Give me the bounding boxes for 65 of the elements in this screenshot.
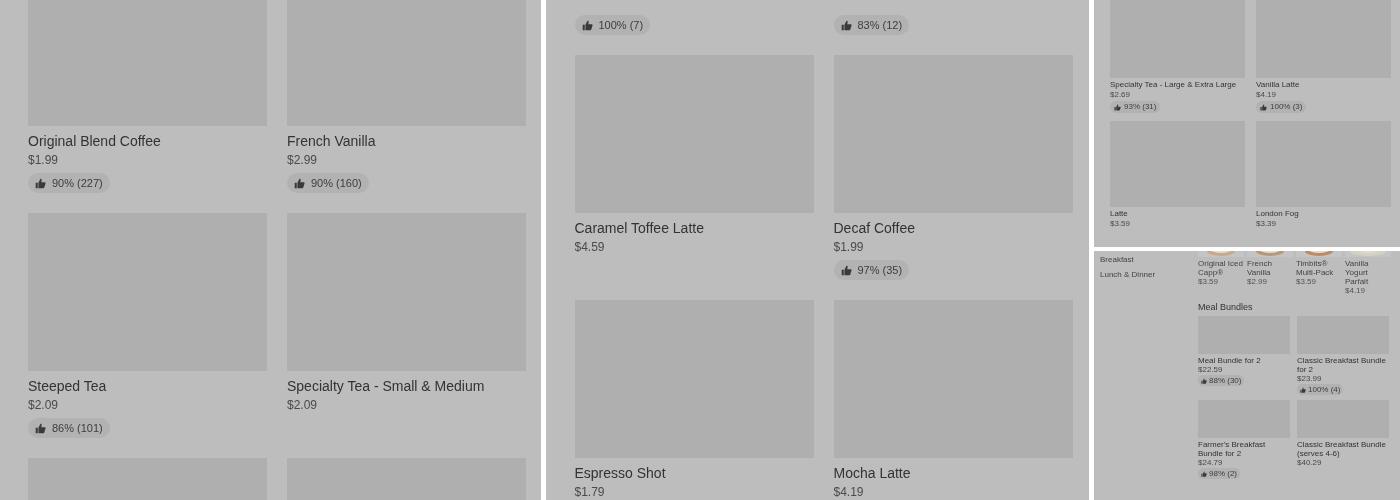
item-name: Original Blend Coffee bbox=[28, 132, 162, 150]
item-price: $1.99 bbox=[28, 152, 60, 168]
item-name: Steeped Tea bbox=[28, 377, 108, 395]
item-name: French Vanilla bbox=[287, 132, 377, 150]
item-price: $2.99 bbox=[287, 152, 319, 168]
rating-text: 83% (12) bbox=[857, 17, 903, 33]
thumbs-up-icon bbox=[294, 177, 305, 189]
item-price: $2.99 bbox=[1247, 277, 1269, 287]
item-name: London Fog bbox=[1256, 209, 1300, 219]
item-name: Classic Breakfast Bundle for 2 bbox=[1297, 356, 1387, 374]
item-price: $3.39 bbox=[1256, 219, 1278, 229]
item-price: $4.59 bbox=[574, 239, 606, 255]
item-name: Vanilla Yogurt Parfait bbox=[1345, 259, 1370, 286]
item-price: $24.79 bbox=[1198, 458, 1224, 468]
thumbs-up-icon bbox=[1300, 386, 1306, 393]
rating-text: 100% (7) bbox=[598, 17, 644, 33]
item-name: Mocha Latte bbox=[833, 464, 912, 482]
item-name: Latte bbox=[1110, 209, 1129, 219]
item-name: Caramel Toffee Latte bbox=[574, 219, 705, 237]
item-name: Classic Breakfast Bundle (serves 4-6) bbox=[1297, 440, 1387, 458]
item-name: Decaf Coffee bbox=[833, 219, 916, 237]
rating-text: 100% (3) bbox=[1270, 101, 1303, 113]
item-name: Meal Bundle for 2 bbox=[1198, 356, 1262, 365]
item-name: Specialty Tea - Small & Medium bbox=[287, 377, 486, 395]
thumbs-up-icon bbox=[1260, 103, 1267, 111]
rating-text: 90% (160) bbox=[311, 175, 362, 191]
item-price: $2.69 bbox=[1110, 90, 1132, 100]
item-price: $1.99 bbox=[833, 239, 865, 255]
rating-text: 88% (30) bbox=[1209, 374, 1242, 387]
item-price: $3.59 bbox=[1296, 277, 1318, 287]
rating-text: 86% (101) bbox=[52, 420, 103, 436]
category-link[interactable]: Lunch & Dinner bbox=[1100, 270, 1156, 280]
thumbs-up-icon bbox=[1201, 377, 1207, 384]
item-price: $3.59 bbox=[1198, 277, 1220, 287]
thumbs-up-icon bbox=[35, 177, 46, 189]
thumbs-up-icon bbox=[1201, 470, 1207, 477]
thumbs-up-icon bbox=[1114, 103, 1121, 111]
thumbs-up-icon bbox=[35, 422, 46, 434]
item-price: $1.79 bbox=[574, 484, 606, 500]
item-price: $3.59 bbox=[1110, 219, 1132, 229]
item-price: $4.19 bbox=[1256, 90, 1278, 100]
section-heading: Meal Bundles bbox=[1198, 302, 1254, 313]
item-price: $40.29 bbox=[1297, 458, 1323, 468]
rating-text: 97% (35) bbox=[857, 262, 903, 278]
item-name: Vanilla Latte bbox=[1256, 80, 1301, 90]
category-link[interactable]: Breakfast bbox=[1100, 255, 1134, 265]
rating-text: 100% (4) bbox=[1308, 383, 1341, 396]
item-name: Timbits® Multi-Pack bbox=[1296, 259, 1335, 277]
thumbs-up-icon bbox=[840, 264, 852, 276]
rating-text: 90% (227) bbox=[52, 175, 103, 191]
thumbs-up-icon bbox=[840, 19, 852, 31]
item-price: $2.09 bbox=[28, 397, 60, 413]
item-price: $2.09 bbox=[287, 397, 319, 413]
item-name: Original Iced Capp® bbox=[1198, 259, 1244, 277]
item-name: French Vanilla bbox=[1247, 259, 1273, 277]
item-name: Espresso Shot bbox=[574, 464, 667, 482]
item-name: Specialty Tea - Large & Extra Large bbox=[1110, 80, 1238, 90]
thumbs-up-icon bbox=[581, 19, 593, 31]
item-name: Farmer's Breakfast Bundle for 2 bbox=[1198, 440, 1267, 458]
item-price: $22.59 bbox=[1198, 365, 1224, 375]
rating-text: 98% (2) bbox=[1209, 467, 1237, 480]
item-price: $4.19 bbox=[833, 484, 865, 500]
rating-text: 93% (31) bbox=[1124, 101, 1157, 113]
item-price: $4.19 bbox=[1345, 286, 1367, 296]
item-price: $23.99 bbox=[1297, 374, 1323, 384]
